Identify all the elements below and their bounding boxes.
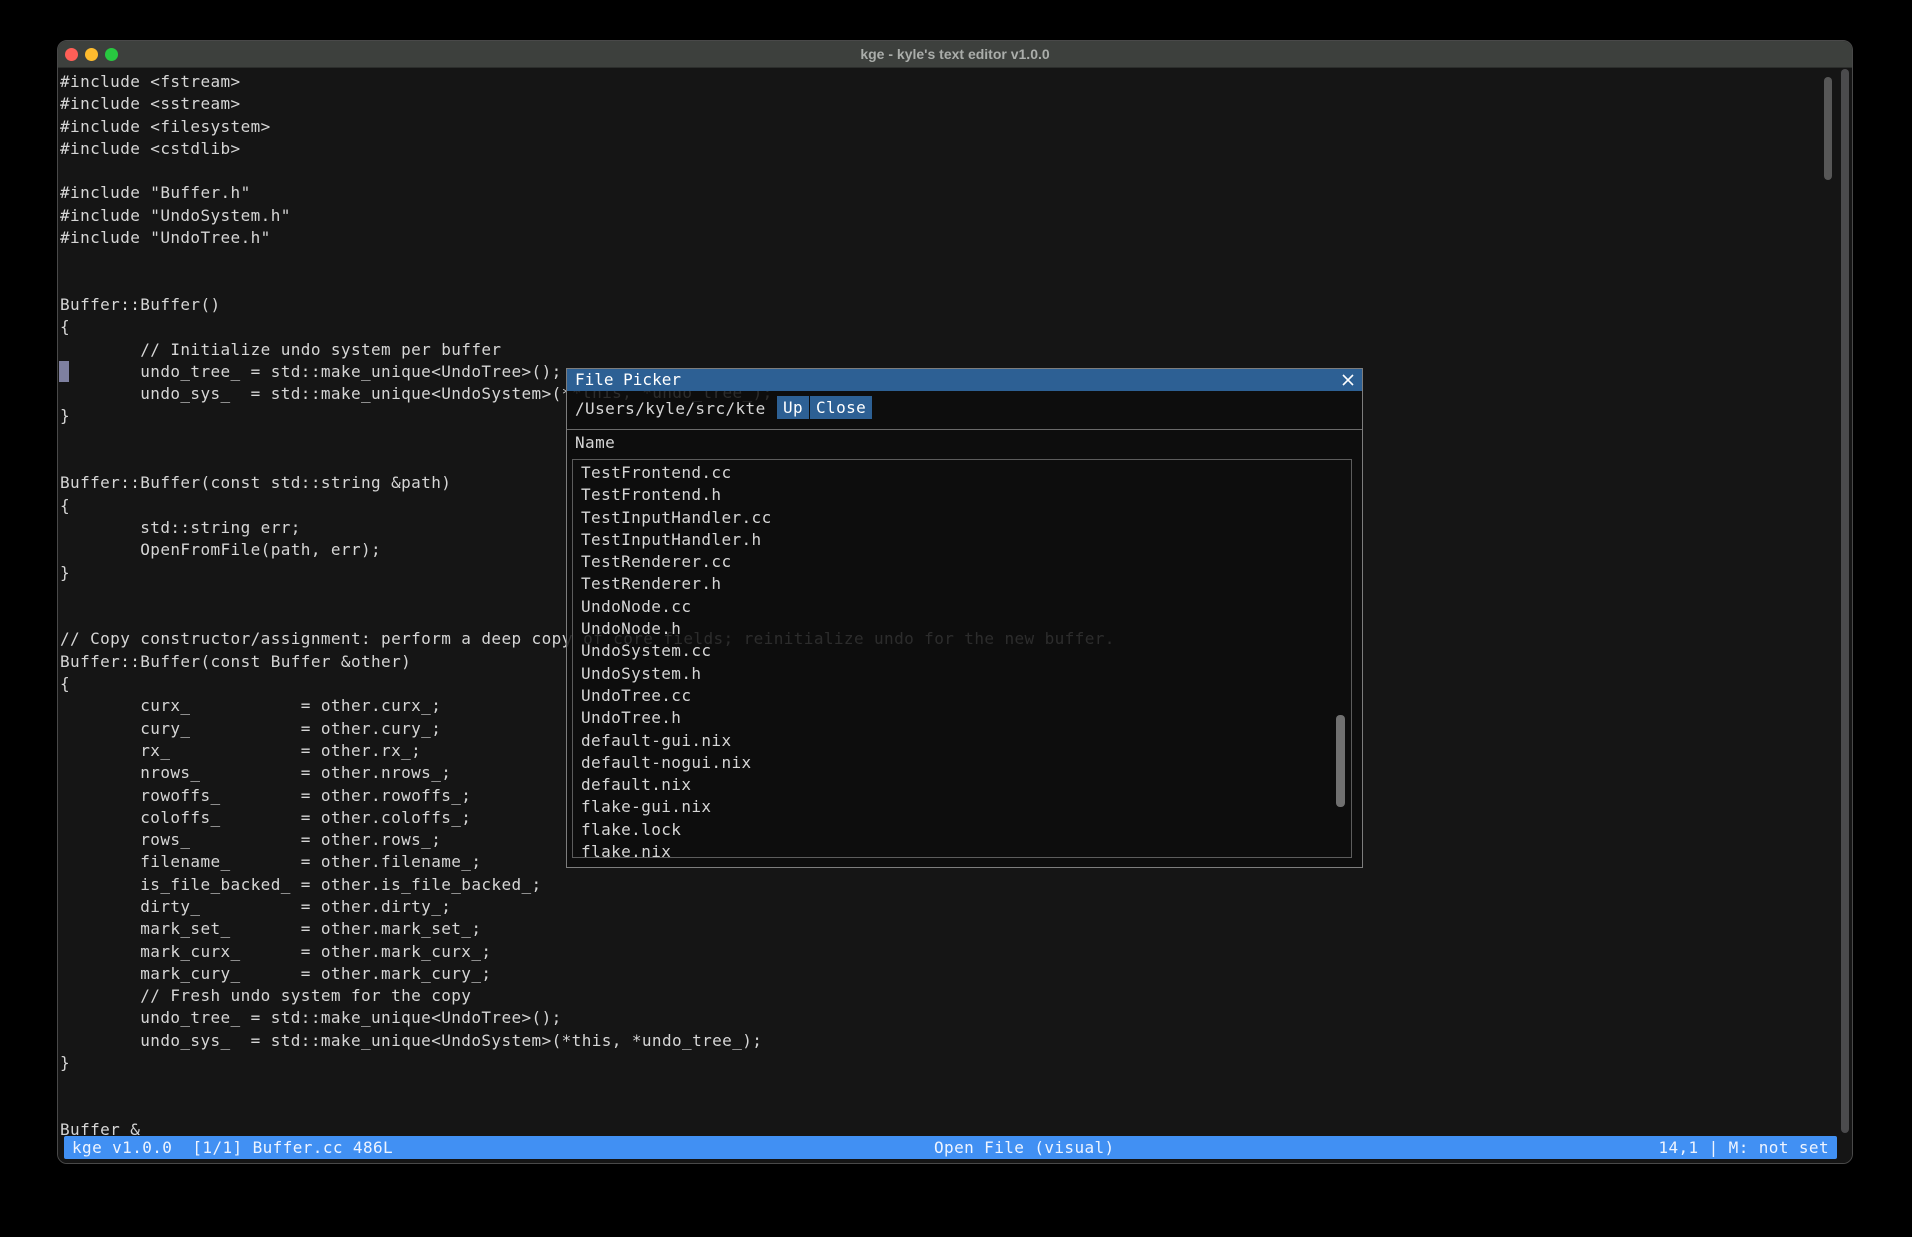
window-titlebar[interactable]: kge - kyle's text editor v1.0.0: [58, 41, 1852, 68]
file-item[interactable]: flake.lock: [573, 819, 1351, 841]
file-item[interactable]: UndoNode.h: [573, 618, 1351, 640]
status-mode: Open File (visual): [934, 1136, 1115, 1159]
close-button[interactable]: Close: [810, 396, 872, 419]
file-picker-dialog: *this, *undo_tree_); y of core fields; r…: [566, 368, 1363, 868]
file-item[interactable]: TestFrontend.cc: [573, 462, 1351, 484]
file-item[interactable]: TestRenderer.cc: [573, 551, 1351, 573]
editor-scrollbar-thumb[interactable]: [1824, 77, 1832, 180]
editor-scrollbar-track[interactable]: [1841, 69, 1849, 1133]
file-item[interactable]: default-nogui.nix: [573, 752, 1351, 774]
text-cursor: [59, 361, 69, 382]
file-item[interactable]: UndoTree.h: [573, 707, 1351, 729]
file-list[interactable]: TestFrontend.ccTestFrontend.hTestInputHa…: [572, 459, 1352, 858]
file-item[interactable]: TestInputHandler.h: [573, 529, 1351, 551]
dialog-close-icon[interactable]: [1342, 374, 1354, 386]
file-item[interactable]: UndoSystem.cc: [573, 640, 1351, 662]
status-bar: kge v1.0.0 [1/1] Buffer.cc 486L Open Fil…: [64, 1136, 1837, 1159]
file-item[interactable]: flake.nix: [573, 841, 1351, 858]
status-position: 14,1 | M: not set: [1658, 1136, 1829, 1159]
up-button[interactable]: Up: [777, 396, 809, 419]
current-path: /Users/kyle/src/kte: [575, 399, 766, 418]
file-item[interactable]: UndoSystem.h: [573, 663, 1351, 685]
column-header-name: Name: [575, 433, 615, 452]
file-item[interactable]: default.nix: [573, 774, 1351, 796]
status-left: kge v1.0.0 [1/1] Buffer.cc 486L: [72, 1136, 393, 1159]
file-item[interactable]: TestFrontend.h: [573, 484, 1351, 506]
file-item[interactable]: default-gui.nix: [573, 730, 1351, 752]
divider: [567, 429, 1362, 430]
file-item[interactable]: flake-gui.nix: [573, 796, 1351, 818]
file-item[interactable]: TestRenderer.h: [573, 573, 1351, 595]
file-item[interactable]: TestInputHandler.cc: [573, 507, 1351, 529]
file-item[interactable]: UndoTree.cc: [573, 685, 1351, 707]
window-title: kge - kyle's text editor v1.0.0: [58, 41, 1852, 67]
file-item[interactable]: UndoNode.cc: [573, 596, 1351, 618]
editor-window: kge - kyle's text editor v1.0.0 #include…: [57, 40, 1853, 1164]
path-row: /Users/kyle/src/kte Up Close: [567, 391, 1362, 429]
dialog-title: File Picker: [575, 369, 681, 391]
screen-background: kge - kyle's text editor v1.0.0 #include…: [0, 0, 1912, 1237]
file-list-scrollbar-thumb[interactable]: [1336, 715, 1345, 807]
dialog-titlebar[interactable]: File Picker: [567, 369, 1362, 391]
